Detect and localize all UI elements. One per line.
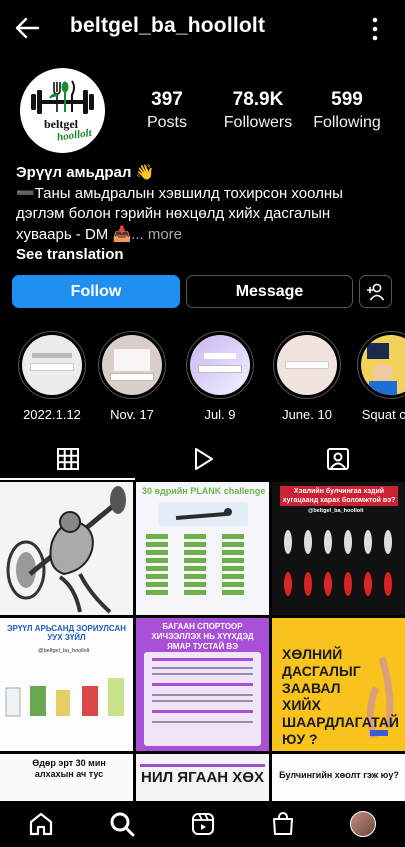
post-tile-1[interactable] [0, 482, 133, 615]
post-tile-2[interactable]: 30 өдрийн PLANK challenge [136, 482, 269, 615]
more-vertical-icon[interactable] [365, 16, 385, 42]
post-title: НИЛ ЯГААН ХӨХ [140, 764, 265, 787]
highlight-3[interactable]: Jul. 9 [186, 331, 254, 422]
top-bar: beltgel_ba_hoollolt [0, 0, 405, 56]
post-handle: @beltgel_ba_hoollolt [308, 508, 364, 514]
posts-grid: 30 өдрийн PLANK challenge Хэвлийн булчин… [0, 482, 405, 812]
highlight-cover [102, 335, 162, 395]
followers-stat[interactable]: 78.9K Followers [218, 88, 298, 134]
back-arrow-icon[interactable] [14, 15, 40, 41]
highlight-cover [277, 335, 337, 395]
reels-tab-icon[interactable] [190, 446, 216, 472]
highlight-label: June. 10 [282, 407, 332, 422]
profile-avatar[interactable]: beltgel hoollolt [20, 68, 105, 153]
message-button[interactable]: Message [186, 275, 353, 308]
posts-stat[interactable]: 397 Posts [138, 88, 196, 134]
post-tile-4[interactable]: ЭРҮҮЛ АРЬСАНД ЗОРИУЛСАН УУХ ЗҮЙЛ @beltge… [0, 618, 133, 751]
post-title: Хэвлийн булчингаа хэдий хугацаанд харах … [280, 486, 398, 506]
home-icon[interactable] [28, 811, 54, 837]
following-count: 599 [331, 89, 363, 110]
post-tile-6[interactable]: ХӨЛНИЙ ДАСГАЛЫГ ЗААВАЛ ХИЙХ ШААРДЛАГАТАЙ… [272, 618, 405, 751]
highlight-label: Jul. 9 [204, 407, 236, 422]
add-user-icon [366, 283, 384, 300]
post-title: Өдөр эрт 30 мин алхахын ач тус [32, 758, 106, 779]
add-user-button[interactable] [359, 275, 392, 308]
post-handle: @beltgel_ba_hoollolt [38, 648, 90, 654]
highlight-label: 2022.1.12 [23, 407, 81, 422]
highlight-cover [190, 335, 250, 395]
highlight-1[interactable]: 2022.1.12 [18, 331, 86, 422]
profile-avatar-nav[interactable] [350, 811, 376, 837]
highlight-label: Squat cha [361, 407, 405, 422]
post-title: Булчингийн хөолт гэж юу? [279, 770, 399, 780]
highlight-cover [361, 335, 405, 395]
bio-line-3: хуваарь - DM 📥 [16, 225, 132, 243]
post-title: ХӨЛНИЙ ДАСГАЛЫГ ЗААВАЛ ХИЙХ ШААРДЛАГАТАЙ… [282, 646, 399, 747]
post-image [6, 486, 126, 614]
logo-image: beltgel hoollolt [31, 80, 94, 144]
followers-label: Followers [223, 114, 293, 131]
post-title: ЭРҮҮЛ АРЬСАНД ЗОРИУЛСАН УУХ ЗҮЙЛ [6, 624, 127, 642]
following-label: Following [313, 114, 381, 131]
reels-icon[interactable] [190, 811, 216, 837]
following-stat[interactable]: 599 Following [312, 88, 382, 134]
post-tile-3[interactable]: Хэвлийн булчингаа хэдий хугацаанд харах … [272, 482, 405, 615]
bio-name: Эрүүл амьдрал 👋 [16, 164, 155, 181]
bio-more-link[interactable]: ... more [131, 226, 182, 243]
highlight-5[interactable]: Squat cha [357, 331, 405, 422]
posts-label: Posts [146, 114, 187, 131]
post-title: 30 өдрийн PLANK challenge [142, 486, 266, 496]
highlight-4[interactable]: June. 10 [273, 331, 341, 422]
post-text-block [144, 652, 261, 746]
tagged-icon[interactable] [325, 446, 351, 472]
posts-count: 397 [151, 89, 183, 110]
shop-icon[interactable] [270, 811, 296, 837]
highlight-label: Nov. 17 [110, 407, 154, 422]
follow-button[interactable]: Follow [12, 275, 180, 308]
profile-tabs [0, 440, 405, 480]
bio-line-1: ➖Таны амьдралын хэвшилд тохирсон хоолны [16, 184, 343, 202]
post-tile-5[interactable]: БАГААН СПОРТООР ХИЧЭЭЛЛЭХ НЬ ХҮҮХДЭД ЯМА… [136, 618, 269, 751]
see-translation-link[interactable]: See translation [16, 245, 396, 266]
highlight-2[interactable]: Nov. 17 [98, 331, 166, 422]
highlight-cover [22, 335, 82, 395]
grid-icon[interactable] [55, 446, 81, 472]
bottom-nav [0, 801, 405, 847]
search-icon[interactable] [109, 811, 135, 837]
profile-bio: Эрүүл амьдрал 👋 ➖Таны амьдралын хэвшилд … [16, 163, 396, 266]
plank-chart [146, 502, 248, 595]
profile-username: beltgel_ba_hoollolt [70, 14, 266, 37]
post-title: БАГААН СПОРТООР ХИЧЭЭЛЛЭХ НЬ ХҮҮХДЭД ЯМА… [151, 622, 254, 651]
followers-count: 78.9K [232, 89, 284, 110]
active-tab-indicator [0, 478, 135, 480]
bio-line-2: дэглэм болон гэрийн нөхцөлд хийх дасгалы… [16, 205, 331, 222]
